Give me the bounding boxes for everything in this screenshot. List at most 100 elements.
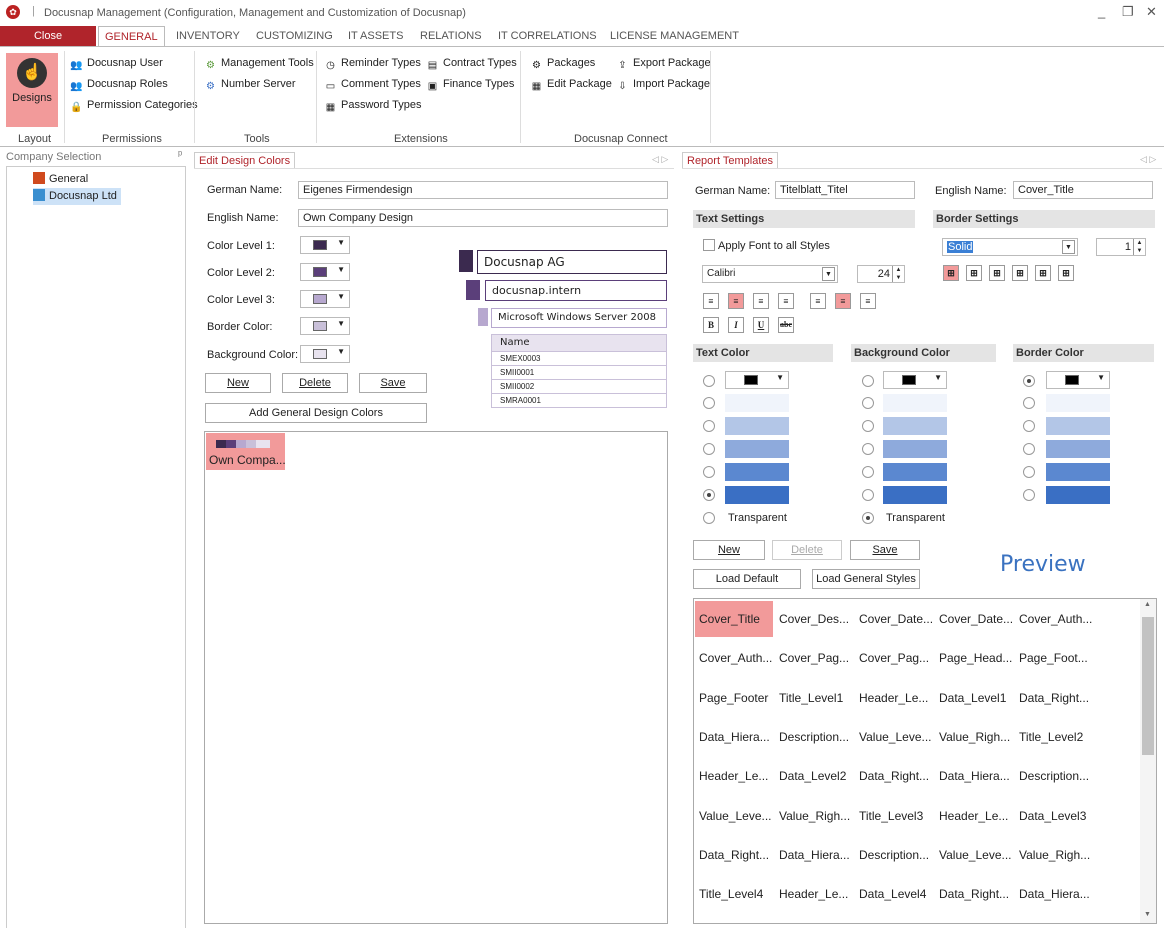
border-all-icon[interactable]: ⊞	[943, 265, 959, 281]
border-inner-icon[interactable]: ⊞	[966, 265, 982, 281]
bg-color-radio[interactable]	[862, 443, 874, 455]
scroll-up-icon[interactable]: ▲	[1144, 601, 1151, 608]
valign-bottom-icon[interactable]: ≡	[860, 293, 876, 309]
tab-it-correlations[interactable]: IT CORRELATIONS	[492, 26, 603, 46]
color-level-2-picker[interactable]: ▼	[300, 263, 350, 281]
text-color-swatch[interactable]	[725, 463, 789, 481]
tab-relations[interactable]: RELATIONS	[414, 26, 488, 46]
style-item[interactable]: Value_Leve...	[935, 837, 1013, 873]
close-management-tab[interactable]: Close Management	[0, 26, 96, 62]
text-color-radio[interactable]	[703, 420, 715, 432]
style-item[interactable]: Data_Level1	[935, 680, 1013, 716]
add-general-design-colors-button[interactable]: Add General Design Colors	[205, 403, 427, 423]
scrollbar[interactable]: ▲ ▼	[1140, 599, 1156, 923]
restore-button[interactable]: ❐	[1122, 4, 1134, 20]
style-item[interactable]: Data_Level2	[775, 758, 853, 794]
style-item[interactable]: Data_Hiera...	[695, 719, 773, 755]
style-item[interactable]: Cover_Auth...	[695, 640, 773, 676]
align-right-icon[interactable]: ≡	[753, 293, 769, 309]
rt-delete-button[interactable]: Delete	[772, 540, 842, 560]
style-item[interactable]: Page_Head...	[935, 640, 1013, 676]
tab-edit-design-colors[interactable]: Edit Design Colors	[194, 152, 296, 168]
style-item[interactable]: Data_Level4	[855, 876, 933, 912]
border-color-radio[interactable]	[1023, 489, 1035, 501]
style-item[interactable]: Data_Right...	[935, 876, 1013, 912]
border-color-picker-rt[interactable]: ▼	[1046, 371, 1110, 389]
align-left-icon[interactable]: ≡	[703, 293, 719, 309]
design-list-item[interactable]: Own Compa...	[206, 433, 286, 470]
designs-button[interactable]: ☝ Designs	[6, 53, 58, 127]
style-item[interactable]: Header_Le...	[775, 876, 853, 912]
load-default-button[interactable]: Load Default	[693, 569, 801, 589]
style-item[interactable]: Value_Righ...	[935, 719, 1013, 755]
bold-icon[interactable]: B	[703, 317, 719, 333]
tab-general[interactable]: GENERAL	[98, 26, 165, 46]
packages-button[interactable]: ⚙ Packages	[530, 57, 595, 72]
text-color-radio-selected[interactable]	[703, 489, 715, 501]
underline-icon[interactable]: U	[753, 317, 769, 333]
style-item[interactable]: Data_Level3	[1015, 798, 1093, 834]
text-color-radio[interactable]	[703, 443, 715, 455]
number-server-button[interactable]: ⚙ Number Server	[204, 78, 296, 93]
border-color-swatch[interactable]	[1046, 394, 1110, 412]
style-item[interactable]: Title_Level3	[855, 798, 933, 834]
tab-inventory[interactable]: INVENTORY	[170, 26, 246, 46]
comment-types-button[interactable]: ▭ Comment Types	[324, 78, 421, 93]
docusnap-user-button[interactable]: 👥 Docusnap User	[70, 57, 163, 72]
bg-color-radio-custom[interactable]	[862, 375, 874, 387]
spinner-icon[interactable]: ▲ ▼	[892, 266, 904, 282]
style-item[interactable]: Description...	[1015, 758, 1093, 794]
minimize-button[interactable]: _	[1098, 4, 1105, 19]
text-color-radio-custom[interactable]	[703, 375, 715, 387]
style-item[interactable]: Value_Righ...	[775, 798, 853, 834]
tab-customizing[interactable]: CUSTOMIZING	[250, 26, 339, 46]
import-package-button[interactable]: ⇩ Import Package	[616, 78, 710, 93]
chevron-down-icon[interactable]: ▼	[822, 267, 835, 281]
rt-new-button[interactable]: New	[693, 540, 765, 560]
edit-package-button[interactable]: ▦ Edit Package	[530, 78, 612, 93]
text-transparent-radio[interactable]	[703, 512, 715, 524]
style-item[interactable]: Data_Right...	[855, 758, 933, 794]
border-top-icon[interactable]: ⊞	[989, 265, 1005, 281]
style-item[interactable]: Data_Right...	[1015, 680, 1093, 716]
bg-color-radio[interactable]	[862, 489, 874, 501]
docusnap-roles-button[interactable]: 👥 Docusnap Roles	[70, 78, 167, 93]
load-general-styles-button[interactable]: Load General Styles	[812, 569, 920, 589]
border-color-radio[interactable]	[1023, 420, 1035, 432]
password-types-button[interactable]: ▦ Password Types	[324, 99, 422, 114]
text-color-swatch[interactable]	[725, 440, 789, 458]
valign-top-icon[interactable]: ≡	[810, 293, 826, 309]
tab-report-templates[interactable]: Report Templates	[682, 152, 779, 168]
style-item[interactable]: Title_Level4	[695, 876, 773, 912]
design-tab-nav[interactable]: ◁ ▷	[652, 154, 668, 165]
management-tools-button[interactable]: ⚙ Management Tools	[204, 57, 314, 72]
tab-license-management[interactable]: LICENSE MANAGEMENT	[604, 26, 745, 46]
italic-icon[interactable]: I	[728, 317, 744, 333]
text-color-swatch[interactable]	[725, 417, 789, 435]
text-color-picker[interactable]: ▼	[725, 371, 789, 389]
spinner-icon[interactable]: ▲ ▼	[1133, 239, 1145, 255]
background-color-picker[interactable]: ▼	[300, 345, 350, 363]
bg-color-swatch[interactable]	[883, 440, 947, 458]
design-delete-button[interactable]: Delete	[282, 373, 348, 393]
report-tab-nav[interactable]: ◁ ▷	[1140, 154, 1156, 165]
style-item[interactable]: Data_Hiera...	[775, 837, 853, 873]
scroll-down-icon[interactable]: ▼	[1144, 911, 1151, 918]
color-level-1-picker[interactable]: ▼	[300, 236, 350, 254]
rt-english-name-input[interactable]: Cover_Title	[1013, 181, 1153, 199]
border-color-radio[interactable]	[1023, 466, 1035, 478]
rt-german-name-input[interactable]: Titelblatt_Titel	[775, 181, 915, 199]
border-right-icon[interactable]: ⊞	[1035, 265, 1051, 281]
style-item[interactable]: Cover_Pag...	[855, 640, 933, 676]
close-window-button[interactable]: ✕	[1146, 4, 1157, 20]
font-select[interactable]: Calibri	[702, 265, 838, 283]
border-left-icon[interactable]: ⊞	[1012, 265, 1028, 281]
bg-color-swatch[interactable]	[883, 417, 947, 435]
style-item[interactable]: Value_Leve...	[855, 719, 933, 755]
style-item[interactable]: Header_Le...	[935, 798, 1013, 834]
bg-color-swatch[interactable]	[883, 486, 947, 504]
border-style-select[interactable]: Solid	[942, 238, 1078, 256]
pin-icon[interactable]: ᵖ	[178, 149, 182, 161]
text-color-radio[interactable]	[703, 397, 715, 409]
english-name-input[interactable]: Own Company Design	[298, 209, 668, 227]
